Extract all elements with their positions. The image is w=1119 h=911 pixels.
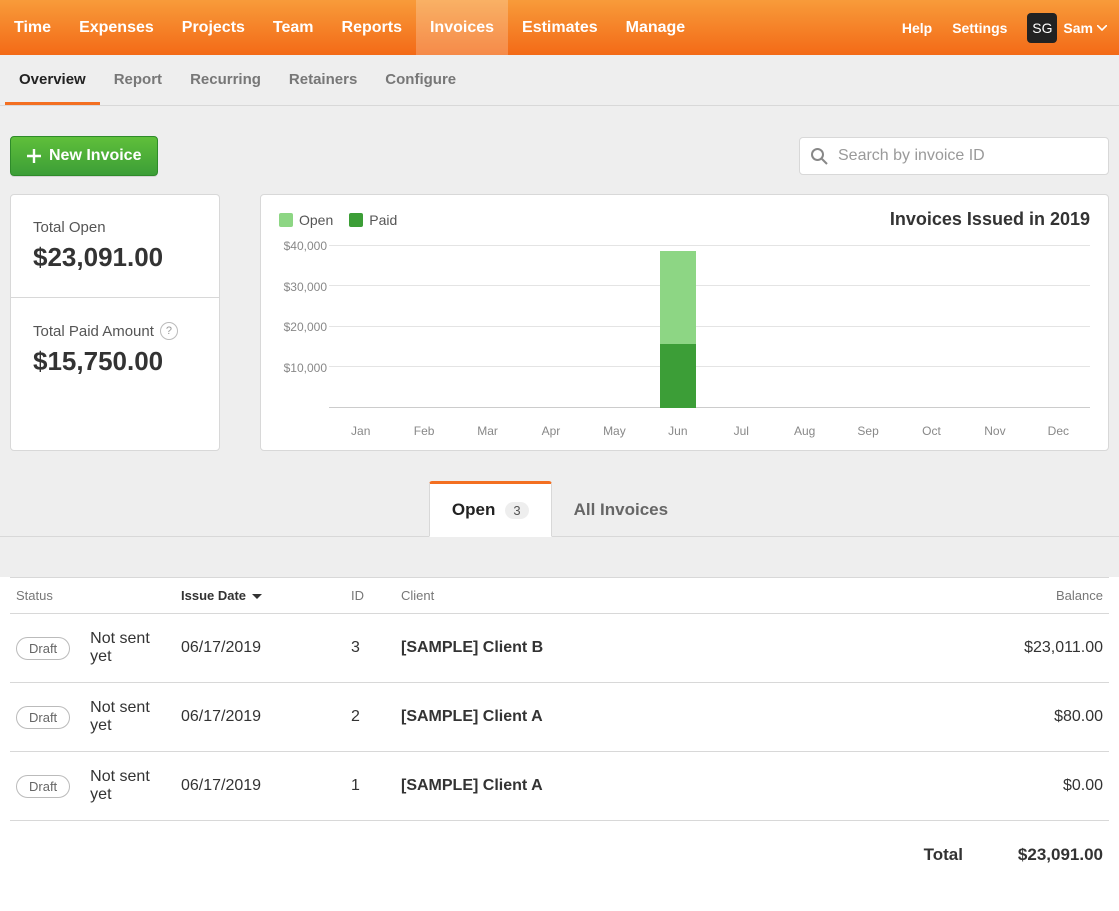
table-row[interactable]: Draft Not sent yet06/17/20193[SAMPLE] Cli… [10,614,1109,683]
xtick-label: Jul [710,424,773,438]
invoice-tabs: Open 3 All Invoices [0,481,1119,537]
tab-open-count: 3 [505,502,528,519]
totals-card: Total Open $23,091.00 Total Paid Amount … [10,194,220,451]
xtick-label: Nov [963,424,1026,438]
swatch-open-icon [279,213,293,227]
subnav-item-configure[interactable]: Configure [371,55,470,105]
chart-card: Open Paid Invoices Issued in 2019 JanFeb… [260,194,1109,451]
cell-issue: 06/17/2019 [175,683,345,752]
search-icon [810,147,836,165]
xtick-label: Jun [646,424,709,438]
xtick-label: Dec [1027,424,1090,438]
cell-issue: 06/17/2019 [175,752,345,821]
settings-link[interactable]: Settings [942,20,1017,36]
total-paid-value: $15,750.00 [33,346,197,377]
xtick-label: Sep [836,424,899,438]
col-issue-date[interactable]: Issue Date [175,578,345,614]
xtick-label: Apr [519,424,582,438]
sort-desc-icon [252,594,262,600]
toolbar: New Invoice [0,106,1119,194]
status-text: Not sent yet [90,630,169,666]
status-chip: Draft [16,637,70,660]
col-status[interactable]: Status [10,578,175,614]
total-paid-label: Total Paid Amount [33,323,154,340]
cell-issue: 06/17/2019 [175,614,345,683]
cell-id: 2 [345,683,395,752]
xtick-label: Feb [392,424,455,438]
search-input[interactable] [836,146,1098,166]
col-id[interactable]: ID [345,578,395,614]
legend-open-label: Open [299,212,333,228]
table-row[interactable]: Draft Not sent yet06/17/20191[SAMPLE] Cli… [10,752,1109,821]
sub-nav: OverviewReportRecurringRetainersConfigur… [0,55,1119,106]
bar-paid [660,344,696,408]
status-text: Not sent yet [90,699,169,735]
ytick-label: $10,000 [279,361,327,375]
subnav-item-overview[interactable]: Overview [5,55,100,105]
cell-client: [SAMPLE] Client A [395,683,969,752]
total-label: Total [395,821,969,882]
legend-paid-label: Paid [369,212,397,228]
col-balance[interactable]: Balance [969,578,1109,614]
chart: JanFebMarAprMayJunJulAugSepOctNovDec $10… [279,238,1090,438]
nav-item-manage[interactable]: Manage [612,0,700,55]
invoice-table: Status Issue Date ID Client Balance Draf… [10,577,1109,881]
nav-item-reports[interactable]: Reports [328,0,416,55]
chart-legend: Open Paid [279,212,397,228]
tab-all-label: All Invoices [574,500,668,520]
nav-item-expenses[interactable]: Expenses [65,0,168,55]
xtick-label: May [583,424,646,438]
user-menu[interactable]: Sam [1063,20,1119,36]
subnav-item-report[interactable]: Report [100,55,176,105]
nav-item-team[interactable]: Team [259,0,328,55]
cell-balance: $80.00 [969,683,1109,752]
ytick-label: $40,000 [279,239,327,253]
top-nav: TimeExpensesProjectsTeamReportsInvoicesE… [0,0,1119,55]
total-open-value: $23,091.00 [33,242,197,273]
status-text: Not sent yet [90,768,169,804]
tab-open-label: Open [452,500,495,520]
ytick-label: $30,000 [279,280,327,294]
nav-item-projects[interactable]: Projects [168,0,259,55]
table-row[interactable]: Draft Not sent yet06/17/20192[SAMPLE] Cli… [10,683,1109,752]
chevron-down-icon [1097,25,1107,31]
cell-client: [SAMPLE] Client A [395,752,969,821]
subnav-item-recurring[interactable]: Recurring [176,55,275,105]
cell-client: [SAMPLE] Client B [395,614,969,683]
xtick-label: Mar [456,424,519,438]
ytick-label: $20,000 [279,320,327,334]
help-link[interactable]: Help [892,20,942,36]
cell-id: 3 [345,614,395,683]
nav-item-estimates[interactable]: Estimates [508,0,612,55]
status-chip: Draft [16,706,70,729]
cell-balance: $0.00 [969,752,1109,821]
nav-item-invoices[interactable]: Invoices [416,0,508,55]
cell-id: 1 [345,752,395,821]
search-box[interactable] [799,137,1109,175]
swatch-paid-icon [349,213,363,227]
avatar[interactable]: SG [1027,13,1057,43]
nav-item-time[interactable]: Time [0,0,65,55]
xtick-label: Oct [900,424,963,438]
tab-all-invoices[interactable]: All Invoices [552,481,690,536]
new-invoice-button[interactable]: New Invoice [10,136,158,176]
user-name: Sam [1063,20,1093,36]
new-invoice-label: New Invoice [49,147,141,165]
subnav-item-retainers[interactable]: Retainers [275,55,371,105]
cell-balance: $23,011.00 [969,614,1109,683]
plus-icon [27,149,41,163]
total-open-label: Total Open [33,219,197,236]
xtick-label: Jan [329,424,392,438]
total-value: $23,091.00 [969,821,1109,882]
xtick-label: Aug [773,424,836,438]
col-client[interactable]: Client [395,578,969,614]
tab-open[interactable]: Open 3 [429,481,552,537]
chart-title: Invoices Issued in 2019 [890,209,1090,230]
col-issue-label: Issue Date [181,588,246,603]
help-icon[interactable]: ? [160,322,178,340]
status-chip: Draft [16,775,70,798]
